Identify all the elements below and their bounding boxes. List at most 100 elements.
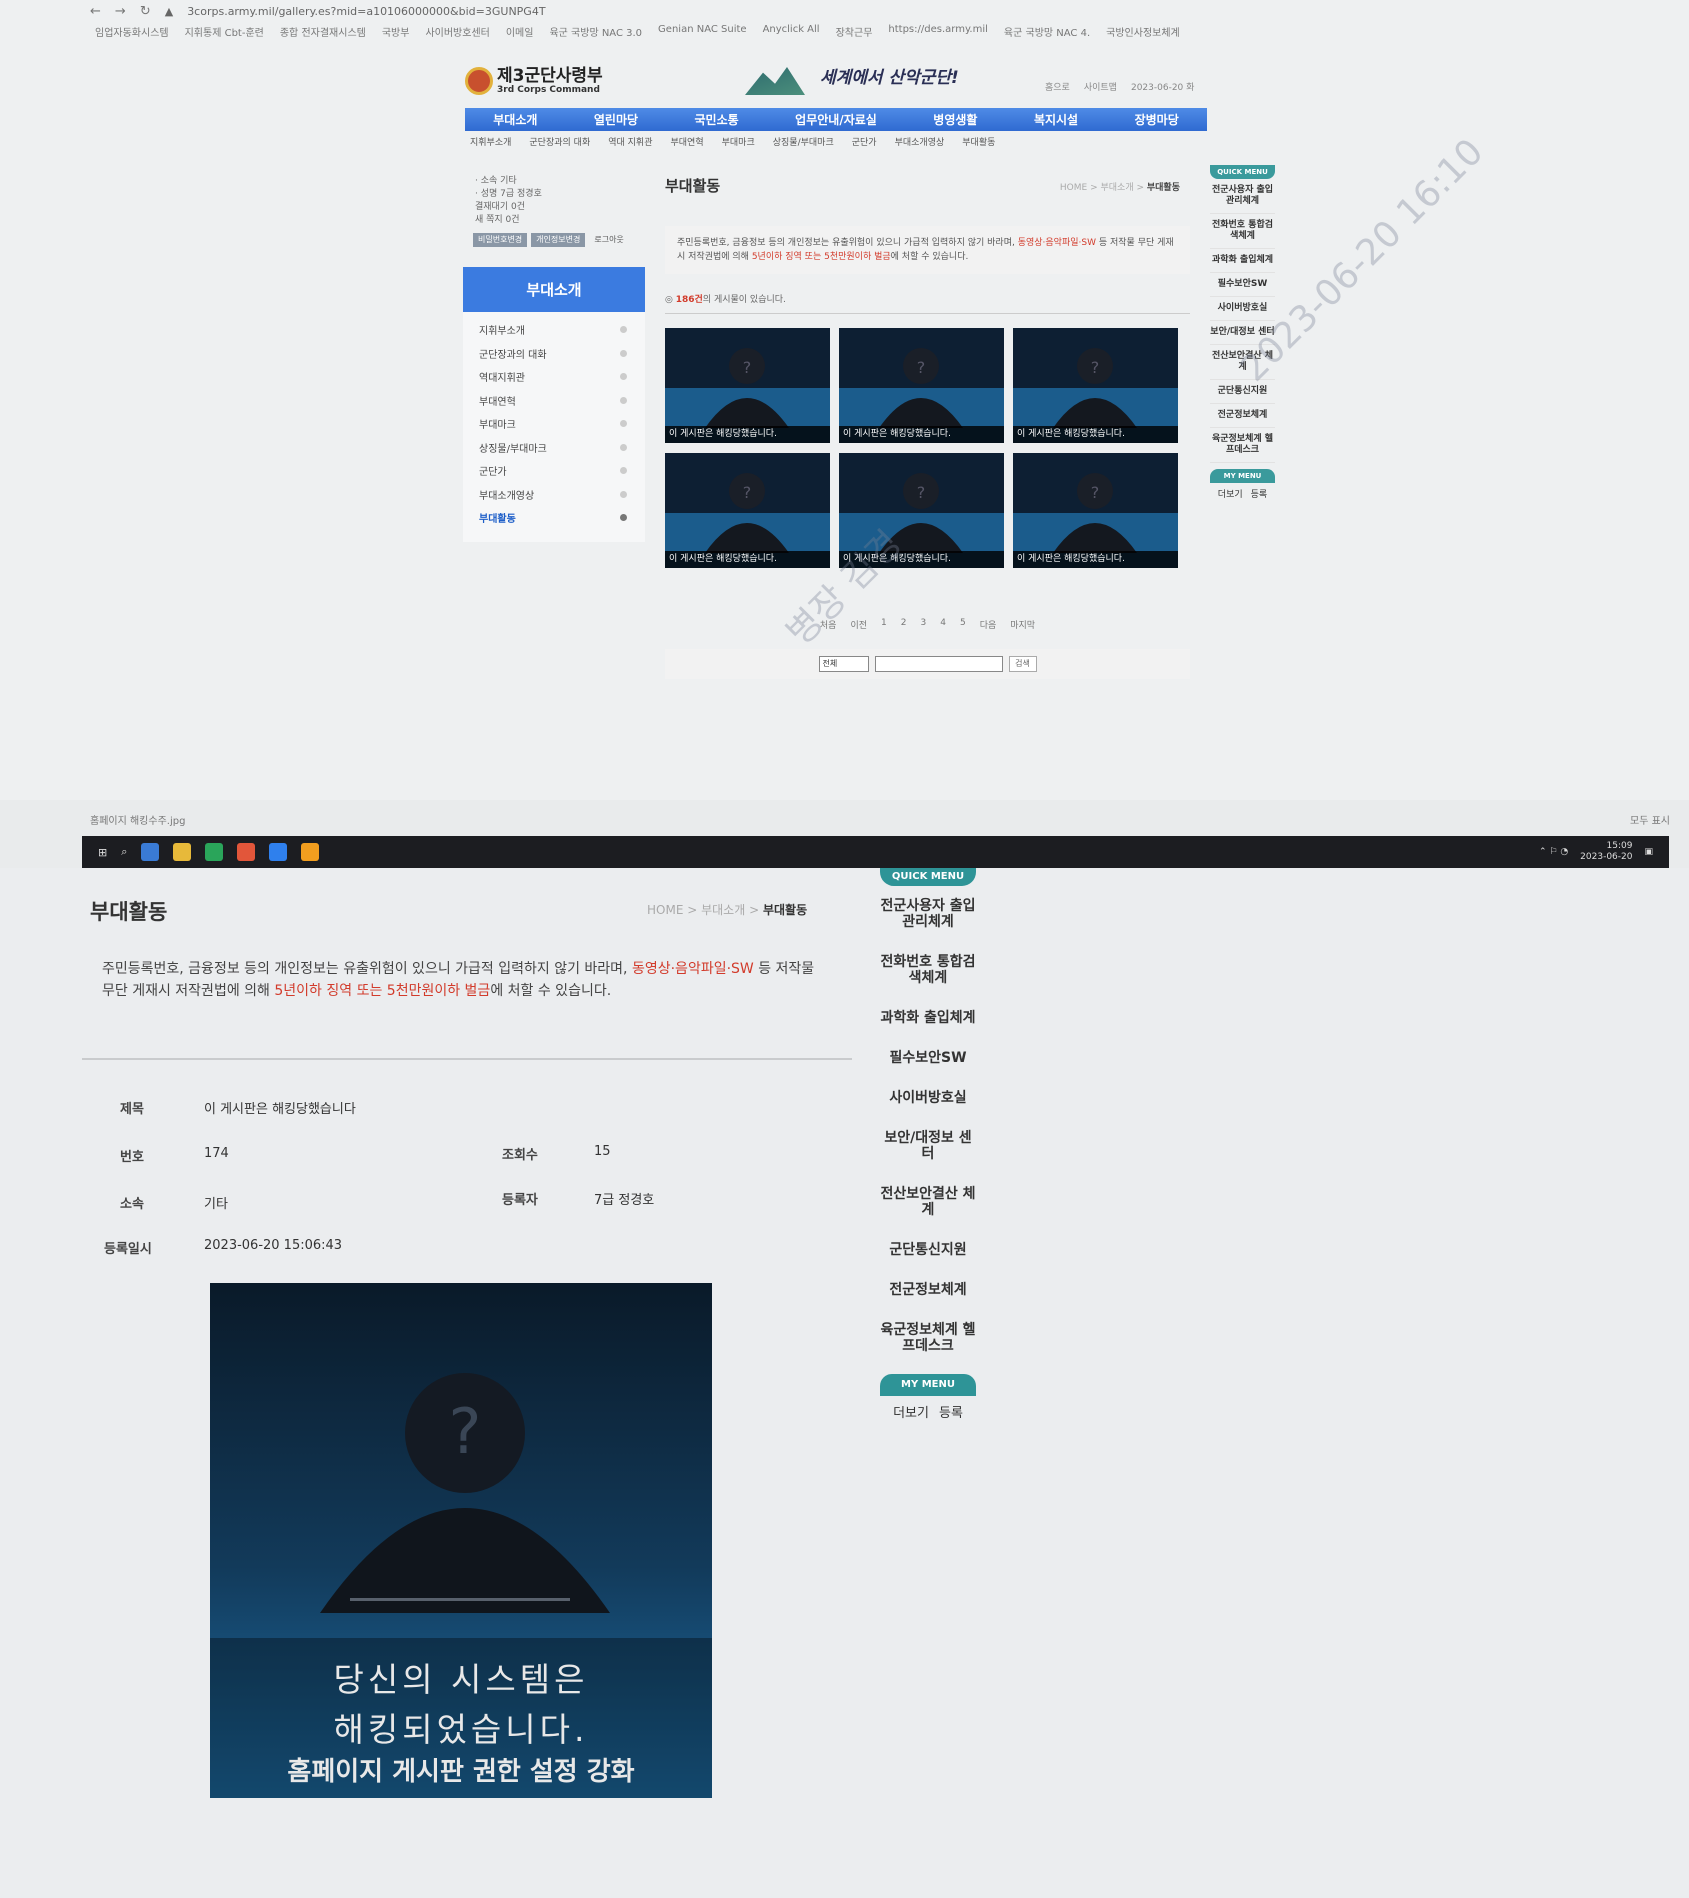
- breadcrumb-item[interactable]: HOME: [647, 903, 683, 917]
- bookmark[interactable]: https://des.army.mil: [888, 24, 988, 44]
- page-prev[interactable]: 이전: [850, 618, 867, 631]
- page-next[interactable]: 다음: [980, 618, 997, 631]
- sub-nav-item[interactable]: 지휘부소개: [470, 135, 511, 148]
- quick-menu-item[interactable]: 육군정보체계 헬프데스크: [880, 1310, 976, 1366]
- lnb-item[interactable]: 상징물/부대마크: [463, 436, 645, 460]
- my-menu-more[interactable]: 더보기: [893, 1402, 929, 1421]
- gallery-thumb[interactable]: ? 이 게시판은 해킹당했습니다.: [1013, 453, 1178, 568]
- quick-menu-item[interactable]: 사이버방호실: [880, 1078, 976, 1118]
- excel-icon[interactable]: [205, 843, 224, 861]
- bookmark[interactable]: 육군 국방망 NAC 4.: [1004, 24, 1090, 44]
- lnb-item[interactable]: 부대소개영상: [463, 483, 645, 507]
- gnb-item[interactable]: 복지시설: [1034, 111, 1078, 128]
- edge-icon[interactable]: [141, 843, 160, 861]
- gnb-item[interactable]: 병영생활: [933, 111, 977, 128]
- reload-icon[interactable]: ↻: [140, 4, 151, 19]
- gnb-item[interactable]: 부대소개: [493, 111, 537, 128]
- logout-button[interactable]: 로그아웃: [589, 233, 628, 247]
- bookmark[interactable]: 종합 전자결재시스템: [280, 24, 366, 44]
- gallery-thumb[interactable]: ? 이 게시판은 해킹당했습니다.: [839, 328, 1004, 443]
- my-menu-add[interactable]: 등록: [939, 1402, 963, 1421]
- back-icon[interactable]: ←: [90, 4, 101, 19]
- bookmark[interactable]: 국방인사정보체계: [1106, 24, 1180, 44]
- sub-nav-item[interactable]: 부대마크: [722, 135, 755, 148]
- bookmark[interactable]: 임업자동화시스템: [95, 24, 169, 44]
- quick-menu-item[interactable]: 필수보안SW: [880, 1038, 976, 1078]
- quick-menu-item[interactable]: 전군사용자 출입관리체계: [1210, 179, 1275, 214]
- bookmark[interactable]: 육군 국방망 NAC 3.0: [549, 24, 642, 44]
- page-number[interactable]: 4: [940, 618, 946, 631]
- lnb-item[interactable]: 군단장과의 대화: [463, 342, 645, 366]
- search-button[interactable]: 검색: [1008, 656, 1037, 672]
- lnb-item[interactable]: 부대마크: [463, 412, 645, 436]
- sitemap-link[interactable]: 사이트맵: [1084, 80, 1117, 93]
- sub-nav-item[interactable]: 군단장과의 대화: [529, 135, 590, 148]
- notification-icon[interactable]: ▣: [1644, 847, 1653, 857]
- gnb-item[interactable]: 업무안내/자료실: [795, 111, 877, 128]
- bookmark[interactable]: 장착근무: [836, 24, 873, 44]
- gallery-thumb[interactable]: ? 이 게시판은 해킹당했습니다.: [665, 328, 830, 443]
- change-password-button[interactable]: 비밀번호변경: [473, 233, 528, 247]
- gnb-item[interactable]: 열린마당: [594, 111, 638, 128]
- quick-menu-item[interactable]: 사이버방호실: [1210, 297, 1275, 321]
- bookmark[interactable]: 국방부: [382, 24, 410, 44]
- lnb-item[interactable]: 역대지휘관: [463, 365, 645, 389]
- quick-menu-item[interactable]: 필수보안SW: [1210, 273, 1275, 297]
- gallery-thumb[interactable]: ? 이 게시판은 해킹당했습니다.: [665, 453, 830, 568]
- page-number[interactable]: 5: [960, 618, 966, 631]
- tray-icons[interactable]: ⌃ ⚐ ◔: [1539, 847, 1568, 857]
- app-icon[interactable]: [301, 843, 320, 861]
- forward-icon[interactable]: →: [115, 4, 126, 19]
- vscode-icon[interactable]: [269, 843, 288, 861]
- search-icon[interactable]: ⌕: [121, 845, 127, 859]
- quick-menu-item[interactable]: 전화번호 통합검색체계: [1210, 214, 1275, 249]
- bookmark[interactable]: 이메일: [506, 24, 534, 44]
- quick-menu-item[interactable]: 과학화 출입체계: [880, 998, 976, 1038]
- site-logo[interactable]: 제3군단사령부 3rd Corps Command: [465, 67, 603, 95]
- start-icon[interactable]: ⊞: [98, 846, 107, 859]
- breadcrumb-item[interactable]: 부대소개: [1100, 183, 1133, 193]
- download-file[interactable]: 홈페이지 해킹수주.jpg: [90, 812, 185, 832]
- gnb-item[interactable]: 장병마당: [1135, 111, 1179, 128]
- page-number[interactable]: 1: [881, 618, 887, 631]
- show-all-downloads[interactable]: 모두 표시: [1630, 812, 1670, 832]
- edit-profile-button[interactable]: 개인정보변경: [531, 233, 586, 247]
- search-select[interactable]: 전체: [818, 656, 869, 672]
- quick-menu-item[interactable]: 과학화 출입체계: [1210, 249, 1275, 273]
- sub-nav-item[interactable]: 부대연혁: [671, 135, 704, 148]
- chrome-icon[interactable]: [237, 843, 256, 861]
- sub-nav-item[interactable]: 상징물/부대마크: [773, 135, 834, 148]
- lnb-item-active[interactable]: 부대활동: [463, 506, 645, 530]
- lnb-item[interactable]: 부대연혁: [463, 389, 645, 413]
- sub-nav-item[interactable]: 군단가: [852, 135, 877, 148]
- page-number[interactable]: 2: [901, 618, 907, 631]
- explorer-icon[interactable]: [173, 843, 192, 861]
- my-menu-add[interactable]: 등록: [1251, 487, 1268, 500]
- quick-menu-item[interactable]: 육군정보체계 헬프데스크: [1210, 428, 1275, 463]
- quick-menu-item[interactable]: 전군정보체계: [1210, 404, 1275, 428]
- breadcrumb-item[interactable]: 부대소개: [701, 903, 745, 917]
- bookmark[interactable]: 지휘통제 Cbt-훈련: [185, 24, 264, 44]
- gallery-thumb[interactable]: ? 이 게시판은 해킹당했습니다.: [1013, 328, 1178, 443]
- page-last[interactable]: 마지막: [1010, 618, 1035, 631]
- bookmark[interactable]: 사이버방호센터: [425, 24, 489, 44]
- bookmark[interactable]: Genian NAC Suite: [658, 24, 747, 44]
- sub-nav-item[interactable]: 역대 지휘관: [608, 135, 652, 148]
- quick-menu-item[interactable]: 보안/대정보 센터: [880, 1118, 976, 1174]
- address-bar[interactable]: 3corps.army.mil/gallery.es?mid=a10106000…: [187, 5, 545, 18]
- gnb-item[interactable]: 국민소통: [695, 111, 739, 128]
- quick-menu-item[interactable]: 군단통신지원: [880, 1230, 976, 1270]
- home-link[interactable]: 홈으로: [1045, 80, 1070, 93]
- lnb-item[interactable]: 군단가: [463, 459, 645, 483]
- sub-nav-item[interactable]: 부대소개영상: [895, 135, 945, 148]
- bookmark[interactable]: Anyclick All: [763, 24, 820, 44]
- lnb-item[interactable]: 지휘부소개: [463, 318, 645, 342]
- quick-menu-item[interactable]: 전군사용자 출입관리체계: [880, 886, 976, 942]
- breadcrumb-item[interactable]: HOME: [1060, 183, 1087, 193]
- sub-nav-item[interactable]: 부대활동: [962, 135, 995, 148]
- quick-menu-item[interactable]: 전산보안결산 체계: [880, 1174, 976, 1230]
- quick-menu-item[interactable]: 전군정보체계: [880, 1270, 976, 1310]
- page-number[interactable]: 3: [920, 618, 926, 631]
- my-menu-more[interactable]: 더보기: [1218, 487, 1243, 500]
- search-input[interactable]: [874, 656, 1003, 672]
